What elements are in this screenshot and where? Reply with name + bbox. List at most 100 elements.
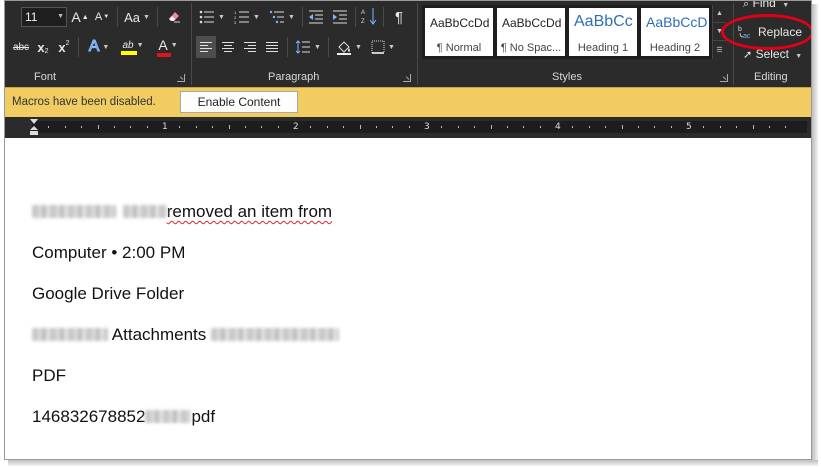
style-sample: AaBbCcD bbox=[646, 14, 708, 30]
font-color-swatch bbox=[157, 53, 171, 57]
doc-line-4: Attachments bbox=[32, 325, 340, 345]
paragraph-dialog-launcher-icon[interactable] bbox=[403, 74, 411, 82]
ruler-number: 4 bbox=[555, 122, 561, 132]
window-shadow bbox=[8, 460, 818, 466]
align-left-button[interactable] bbox=[196, 36, 216, 58]
enable-content-button[interactable]: Enable Content bbox=[180, 91, 298, 113]
chevron-down-icon: ▼ bbox=[136, 41, 144, 49]
scroll-up-icon[interactable]: ▲ bbox=[713, 5, 726, 23]
increase-indent-button[interactable] bbox=[329, 6, 351, 28]
ribbon: 11 ▼ A ▲ A ▼ Aa ▼ abc x2 x2 A ▼ ab ▼ A ▼… bbox=[5, 0, 811, 87]
chevron-down-icon: ▼ bbox=[388, 43, 395, 51]
redacted-text bbox=[145, 410, 192, 423]
ruler-tick bbox=[540, 126, 541, 128]
decrease-indent-icon bbox=[309, 10, 323, 24]
scroll-down-icon[interactable]: ▼ bbox=[713, 23, 726, 41]
chevron-down-icon: ▼ bbox=[57, 13, 64, 20]
ruler-tick bbox=[736, 126, 737, 128]
svg-text:Z: Z bbox=[361, 19, 365, 25]
ruler-number: 2 bbox=[293, 122, 299, 132]
highlight-button[interactable]: ab ▼ bbox=[118, 36, 148, 58]
borders-button[interactable]: ▼ bbox=[367, 36, 399, 58]
redacted-text bbox=[122, 205, 167, 218]
ruler-number: 5 bbox=[686, 122, 692, 132]
divider bbox=[157, 7, 158, 27]
justify-button[interactable] bbox=[262, 36, 282, 58]
font-color-label: A bbox=[158, 37, 168, 53]
ruler-tick bbox=[360, 125, 361, 129]
bullets-button[interactable]: ▼ bbox=[196, 6, 228, 28]
font-dialog-launcher-icon[interactable] bbox=[177, 74, 185, 82]
select-label: Select bbox=[755, 47, 789, 61]
multilevel-list-button[interactable]: ▼ bbox=[266, 6, 298, 28]
svg-text:A: A bbox=[361, 10, 365, 16]
group-divider bbox=[733, 3, 734, 85]
replace-icon: b ac bbox=[738, 26, 751, 39]
svg-text:3: 3 bbox=[234, 20, 237, 24]
select-button[interactable]: ➚ Select ▼ bbox=[743, 47, 802, 61]
align-right-button[interactable] bbox=[240, 36, 260, 58]
ruler-tick bbox=[114, 126, 115, 128]
ruler-track[interactable]: 1 2 3 4 5 bbox=[32, 121, 807, 133]
ruler-tick bbox=[343, 126, 344, 128]
subscript-button[interactable]: x2 bbox=[34, 36, 52, 58]
font-size-box[interactable]: 11 ▼ bbox=[21, 7, 67, 27]
align-center-button[interactable] bbox=[218, 36, 238, 58]
security-warning-bar: Macros have been disabled. Enable Conten… bbox=[5, 87, 811, 117]
caret-down-icon: ▼ bbox=[103, 14, 110, 20]
chevron-down-icon: ▼ bbox=[355, 43, 362, 51]
search-icon: ⌕ bbox=[743, 0, 750, 10]
ruler-tick bbox=[622, 125, 623, 129]
multilevel-list-icon bbox=[269, 10, 285, 24]
replace-button[interactable]: b ac Replace bbox=[738, 22, 808, 42]
indent-marker-icon[interactable] bbox=[30, 119, 38, 135]
clear-formatting-button[interactable] bbox=[163, 5, 185, 27]
line-spacing-icon bbox=[295, 40, 311, 54]
ruler-tick bbox=[523, 126, 524, 128]
find-button[interactable]: ⌕ Find ▼ bbox=[743, 0, 790, 11]
chevron-down-icon: ▼ bbox=[218, 13, 225, 21]
divider bbox=[328, 37, 329, 57]
doc-line-6: 146832678852 pdf bbox=[32, 407, 215, 427]
group-label-styles: Styles bbox=[552, 71, 582, 83]
redacted-text bbox=[32, 205, 116, 218]
style-heading-2[interactable]: AaBbCcD Heading 2 bbox=[640, 7, 710, 57]
gallery-more-icon[interactable]: ☰ bbox=[713, 41, 726, 59]
chevron-down-icon: ▼ bbox=[142, 13, 150, 21]
superscript-button[interactable]: x2 bbox=[55, 36, 73, 58]
ruler-tick bbox=[589, 126, 590, 128]
shrink-font-button[interactable]: A ▼ bbox=[93, 6, 111, 28]
change-case-button[interactable]: Aa ▼ bbox=[121, 6, 153, 28]
font-color-button[interactable]: A ▼ bbox=[153, 36, 183, 58]
show-formatting-button[interactable]: ¶ bbox=[389, 6, 409, 28]
text-effects-button[interactable]: A ▼ bbox=[85, 36, 113, 58]
align-center-icon bbox=[222, 40, 234, 54]
chevron-down-icon: ▼ bbox=[170, 41, 178, 49]
chevron-down-icon: ▼ bbox=[782, 2, 790, 9]
shading-button[interactable]: ▼ bbox=[333, 36, 365, 58]
borders-icon bbox=[371, 40, 385, 54]
cursor-arrow-icon: ➚ bbox=[743, 49, 753, 61]
numbering-button[interactable]: 1 2 3 ▼ bbox=[231, 6, 263, 28]
window-shadow bbox=[812, 4, 818, 462]
ruler-tick bbox=[671, 126, 672, 128]
svg-text:ac: ac bbox=[743, 33, 751, 39]
strikethrough-button[interactable]: abc bbox=[11, 36, 31, 58]
chevron-down-icon: ▼ bbox=[314, 43, 321, 51]
justify-icon bbox=[266, 40, 278, 54]
ruler-tick bbox=[605, 126, 606, 128]
decrease-indent-button[interactable] bbox=[305, 6, 327, 28]
line-spacing-button[interactable]: ▼ bbox=[292, 36, 324, 58]
numbering-icon: 1 2 3 bbox=[234, 10, 250, 24]
highlight-label: ab bbox=[122, 39, 134, 51]
style-normal[interactable]: AaBbCcDd ¶ Normal bbox=[424, 7, 494, 57]
styles-dialog-launcher-icon[interactable] bbox=[720, 74, 728, 82]
style-heading-1[interactable]: AaBbCc Heading 1 bbox=[568, 7, 638, 57]
divider bbox=[302, 7, 303, 27]
document-page[interactable]: removed an item from Computer • 2:00 PM … bbox=[5, 138, 811, 459]
style-no-spacing[interactable]: AaBbCcDd ¶ No Spac... bbox=[496, 7, 566, 57]
replace-label: Replace bbox=[758, 25, 803, 39]
ruler-tick bbox=[638, 126, 639, 128]
sort-button[interactable]: AZ bbox=[359, 5, 379, 27]
grow-font-button[interactable]: A ▲ bbox=[71, 6, 89, 28]
